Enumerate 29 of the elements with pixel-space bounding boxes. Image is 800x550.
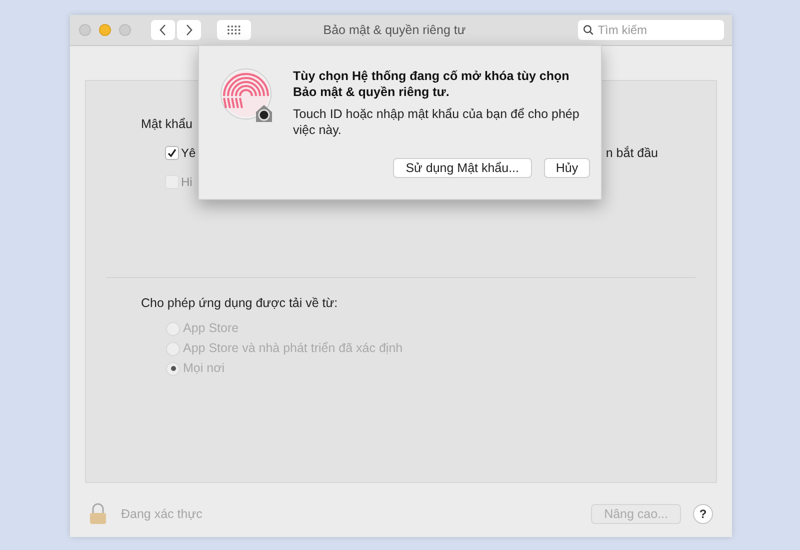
forward-button[interactable] [177, 20, 201, 40]
zoom-button[interactable] [119, 24, 131, 36]
lock-icon [89, 503, 107, 525]
chevron-left-icon [159, 24, 167, 36]
checkbox[interactable] [165, 146, 179, 160]
cancel-button[interactable]: Hủy [544, 158, 590, 178]
checkbox-label: n bắt đầu [606, 144, 658, 162]
window-title: Bảo mật & quyền riêng tư [322, 22, 467, 39]
radio-label: App Store [183, 320, 239, 338]
checkbox-label: Yê [181, 145, 196, 162]
dialog-title: Tùy chọn Hệ thống đang cố mở khóa tùy chọn Bảo mật & quyền riêng tư. [293, 68, 570, 100]
status-label: Đang xác thực [121, 506, 202, 523]
back-button[interactable] [151, 20, 175, 40]
grid-icon [227, 25, 241, 35]
dialog-message: Touch ID hoặc nhập mật khẩu của bạn để cho phép việc này. [293, 106, 580, 138]
grid-button[interactable] [217, 20, 251, 40]
close-button[interactable] [79, 24, 91, 36]
search-field[interactable]: Tìm kiếm [578, 20, 724, 40]
checkbox-label: Hi [181, 174, 192, 190]
section-label: Cho phép ứng dụng được tải về từ: [141, 295, 339, 312]
section-label: Mật khẩu [141, 116, 192, 133]
password-button[interactable]: Sử dụng Mật khẩu... [392, 158, 532, 178]
radio-label: App Store và nhà phát triển đã xác định [183, 340, 403, 358]
help-button[interactable]: ? [693, 504, 713, 524]
radio-label: Mọi nơi [183, 360, 225, 378]
search-icon [583, 24, 594, 36]
search-input[interactable]: Tìm kiếm [598, 21, 719, 39]
minimize-button[interactable] [99, 24, 111, 36]
chevron-right-icon [185, 24, 193, 36]
